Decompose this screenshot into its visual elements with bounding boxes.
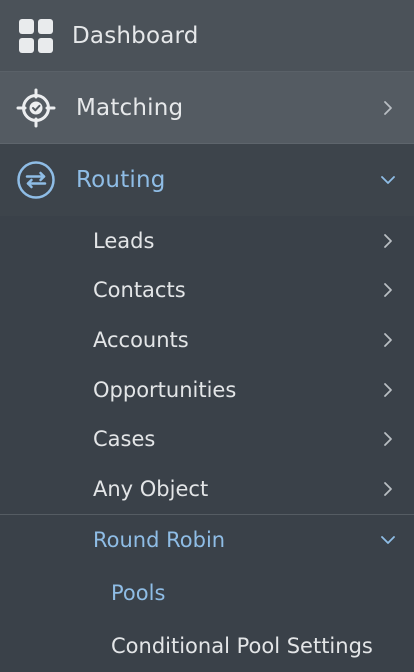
chevron-right-icon bbox=[380, 233, 396, 249]
sidebar-item-label: Round Robin bbox=[93, 528, 226, 552]
sidebar-item-round-robin[interactable]: Round Robin bbox=[0, 515, 414, 565]
chevron-right-icon bbox=[380, 382, 396, 398]
sidebar-item-any-object[interactable]: Any Object bbox=[0, 464, 414, 514]
sidebar-item-label: Contacts bbox=[93, 278, 186, 302]
sidebar-item-matching[interactable]: Matching bbox=[0, 72, 414, 144]
swap-arrows-icon bbox=[16, 160, 56, 200]
chevron-right-icon bbox=[380, 100, 396, 116]
sidebar-item-accounts[interactable]: Accounts bbox=[0, 315, 414, 365]
sidebar-item-leads[interactable]: Leads bbox=[0, 216, 414, 266]
sidebar-item-pools[interactable]: Pools bbox=[0, 568, 414, 618]
chevron-down-icon bbox=[380, 532, 396, 548]
target-check-icon bbox=[16, 88, 56, 128]
sidebar-item-label: Any Object bbox=[93, 477, 209, 501]
sidebar-item-label: Conditional Pool Settings bbox=[111, 634, 373, 658]
sidebar-item-label: Accounts bbox=[93, 328, 189, 352]
sidebar-item-label: Routing bbox=[76, 167, 166, 193]
sidebar-item-label: Dashboard bbox=[72, 22, 199, 49]
sidebar-nav: Dashboard Matching Routing Leads Contact… bbox=[0, 0, 414, 672]
sidebar-item-label: Leads bbox=[93, 229, 155, 253]
chevron-right-icon bbox=[380, 481, 396, 497]
chevron-right-icon bbox=[380, 282, 396, 298]
chevron-right-icon bbox=[380, 332, 396, 348]
sidebar-item-cases[interactable]: Cases bbox=[0, 414, 414, 464]
sidebar-item-label: Matching bbox=[76, 94, 184, 121]
chevron-right-icon bbox=[380, 431, 396, 447]
sidebar-item-routing[interactable]: Routing bbox=[0, 144, 414, 216]
sidebar-item-label: Cases bbox=[93, 427, 156, 451]
chevron-down-icon bbox=[380, 172, 396, 188]
sidebar-item-label: Pools bbox=[111, 581, 166, 605]
sidebar-item-dashboard[interactable]: Dashboard bbox=[0, 0, 414, 72]
sidebar-item-conditional-pool-settings[interactable]: Conditional Pool Settings bbox=[0, 621, 414, 671]
sidebar-item-opportunities[interactable]: Opportunities bbox=[0, 365, 414, 415]
grid-icon bbox=[16, 16, 56, 56]
sidebar-item-contacts[interactable]: Contacts bbox=[0, 265, 414, 315]
sidebar-item-label: Opportunities bbox=[93, 378, 237, 402]
